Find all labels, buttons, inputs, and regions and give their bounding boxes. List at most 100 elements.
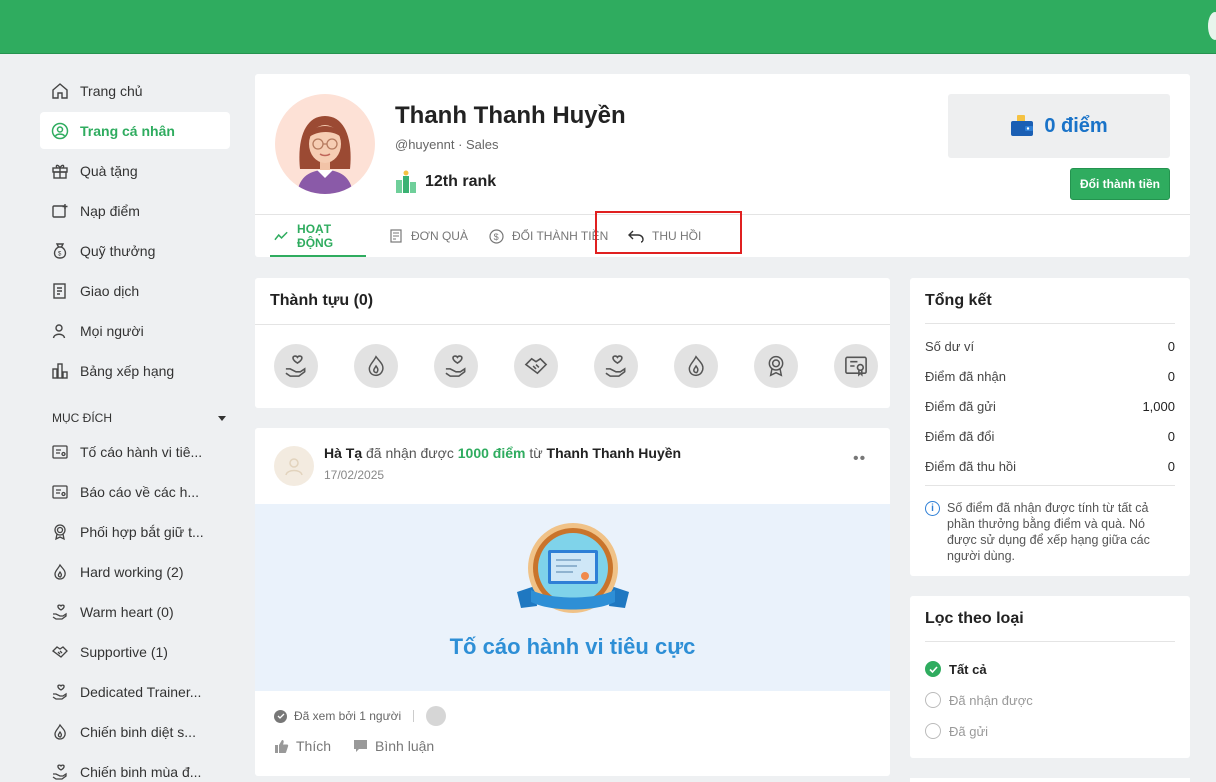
sidebar-item-gifts[interactable]: Quà tặng (40, 152, 230, 189)
top-bar (0, 0, 1216, 54)
divider (925, 323, 1175, 324)
sidebar-item-profile[interactable]: Trang cá nhân (40, 112, 230, 149)
heart-hand-icon[interactable] (594, 344, 638, 388)
sidebar-item-people[interactable]: Mọi người (40, 312, 230, 349)
sidebar-purpose-item[interactable]: Báo cáo về các h... (40, 473, 230, 510)
thumbs-up-icon (275, 739, 289, 753)
achievements-card: Thành tựu (0) (255, 278, 890, 408)
divider (925, 485, 1175, 486)
medal-icon (50, 522, 70, 542)
post-headline: Hà Tạ đã nhận được 1000 điểm từ Thanh Th… (324, 445, 682, 461)
sidebar-purpose-item[interactable]: Dedicated Trainer... (40, 673, 230, 710)
like-button[interactable]: Thích (274, 738, 331, 754)
points-balance: 0 điểm (948, 94, 1170, 158)
medal-icon[interactable] (754, 344, 798, 388)
post-actions: Thích Bình luận (274, 738, 456, 754)
sidebar-item-top-up[interactable]: Nạp điểm (40, 192, 230, 229)
divider (925, 641, 1175, 642)
sidebar-item-transactions[interactable]: Giao dịch (40, 272, 230, 309)
post-actor[interactable]: Hà Tạ (324, 445, 362, 461)
sidebar-purpose-item[interactable]: Chiến binh diệt s... (40, 713, 230, 750)
avatar[interactable] (275, 94, 375, 194)
dollar-icon: $ (489, 228, 504, 244)
more-options-icon[interactable]: •• (853, 450, 866, 468)
post-banner-title: Tố cáo hành vi tiêu cực (449, 634, 696, 659)
rank-label: 12th rank (425, 173, 497, 190)
gift-icon (50, 161, 70, 181)
report-icon (50, 482, 70, 502)
wallet-icon (1011, 115, 1034, 136)
summary-row-points-converted: Điểm đã đổi 0 (925, 429, 1175, 444)
filter-title: Lọc theo loại (925, 610, 1024, 627)
comment-icon (354, 740, 368, 752)
tab-gift-orders[interactable]: ĐƠN QUÀ (389, 215, 468, 257)
podium-icon (396, 170, 416, 193)
caret-down-icon (218, 415, 226, 421)
sidebar-purpose-item[interactable]: Supportive (1) (40, 633, 230, 670)
profile-username-role: @huyennt · Sales (395, 137, 499, 152)
avatar[interactable] (274, 446, 314, 486)
summary-title: Tổng kết (925, 292, 992, 309)
highlight-box (595, 211, 742, 254)
radio-checked-icon (925, 661, 941, 677)
user-circle-icon (50, 121, 70, 141)
sidebar-item-leaderboard[interactable]: Bảng xếp hạng (40, 352, 230, 389)
rank-badge: 12th rank (395, 170, 496, 194)
fire-icon[interactable] (674, 344, 718, 388)
sidebar-purpose-item[interactable]: Tố cáo hành vi tiê... (40, 433, 230, 470)
tab-convert-cash[interactable]: $ ĐỔI THÀNH TIỀN (489, 215, 608, 257)
points-value: 0 điểm (1044, 114, 1108, 137)
fire-icon[interactable] (354, 344, 398, 388)
summary-card: Tổng kết Số dư ví 0 Điểm đã nhận 0 Điểm đã… (910, 278, 1190, 576)
certificate-badge-icon (517, 523, 629, 613)
purpose-section-title: MỤC ĐÍCH (52, 411, 112, 425)
summary-note: i Số điểm đã nhận được tính từ tất cả ph… (925, 500, 1175, 564)
heart-hand-icon (50, 602, 70, 622)
sidebar-purpose-item[interactable]: Hard working (2) (40, 553, 230, 590)
achievements-title: Thành tựu (0) (270, 292, 374, 309)
convert-to-cash-button[interactable]: Đổi thành tiền (1070, 168, 1170, 200)
gift-order-icon (390, 229, 402, 243)
filter-option-received[interactable]: Đã nhận được (925, 692, 1033, 708)
heart-hand-icon[interactable] (274, 344, 318, 388)
handshake-icon (50, 642, 70, 662)
activity-icon (274, 231, 288, 241)
filter-option-all[interactable]: Tất cả (925, 661, 987, 677)
fire-icon (50, 722, 70, 742)
summary-row-points-received: Điểm đã nhận 0 (925, 369, 1175, 384)
sidebar-item-reward-fund[interactable]: $ Quỹ thưởng (40, 232, 230, 269)
sidebar-item-home[interactable]: Trang chủ (40, 72, 230, 109)
heart-hand-icon[interactable] (434, 344, 478, 388)
post-target[interactable]: Thanh Thanh Huyền (547, 445, 682, 461)
people-icon (50, 321, 70, 341)
sidebar: Trang chủ Trang cá nhân Quà tặng Nạp điể… (40, 72, 230, 782)
handshake-icon[interactable] (514, 344, 558, 388)
sidebar-purpose-item[interactable]: Phối hợp bắt giữ t... (40, 513, 230, 550)
filter-option-sent[interactable]: Đã gửi (925, 723, 988, 739)
home-icon (50, 81, 70, 101)
svg-text:$: $ (494, 232, 499, 242)
tab-activity[interactable]: HOẠT ĐỘNG (270, 215, 366, 257)
svg-text:$: $ (58, 251, 62, 257)
summary-row-points-sent: Điểm đã gửi 1,000 (925, 399, 1175, 414)
certificate-icon[interactable] (834, 344, 878, 388)
seen-by: Đã xem bởi 1 người (274, 706, 447, 726)
top-up-icon (50, 201, 70, 221)
divider (413, 710, 415, 722)
comment-button[interactable]: Bình luận (353, 738, 434, 754)
purpose-section-header[interactable]: MỤC ĐÍCH (40, 411, 230, 425)
sidebar-purpose-item[interactable]: Chiến binh mùa đ... (40, 753, 230, 782)
sidebar-purpose-item[interactable]: Warm heart (0) (40, 593, 230, 630)
summary-row-points-revoked: Điểm đã thu hồi 0 (925, 459, 1175, 474)
heart-hand-icon (50, 762, 70, 782)
next-card-edge (910, 778, 1190, 782)
post-banner: Tố cáo hành vi tiêu cực (255, 504, 890, 691)
top-bar-corner-avatar[interactable] (1208, 12, 1216, 40)
post-points: 1000 điểm (457, 445, 526, 461)
heart-hand-icon (50, 682, 70, 702)
viewer-avatar[interactable] (426, 706, 447, 726)
summary-note-text: Số điểm đã nhận được tính từ tất cả phần… (947, 501, 1150, 563)
post-date: 17/02/2025 (324, 468, 385, 482)
radio-icon (925, 723, 941, 739)
filter-card: Lọc theo loại Tất cả Đã nhận được Đã gửi (910, 596, 1190, 758)
